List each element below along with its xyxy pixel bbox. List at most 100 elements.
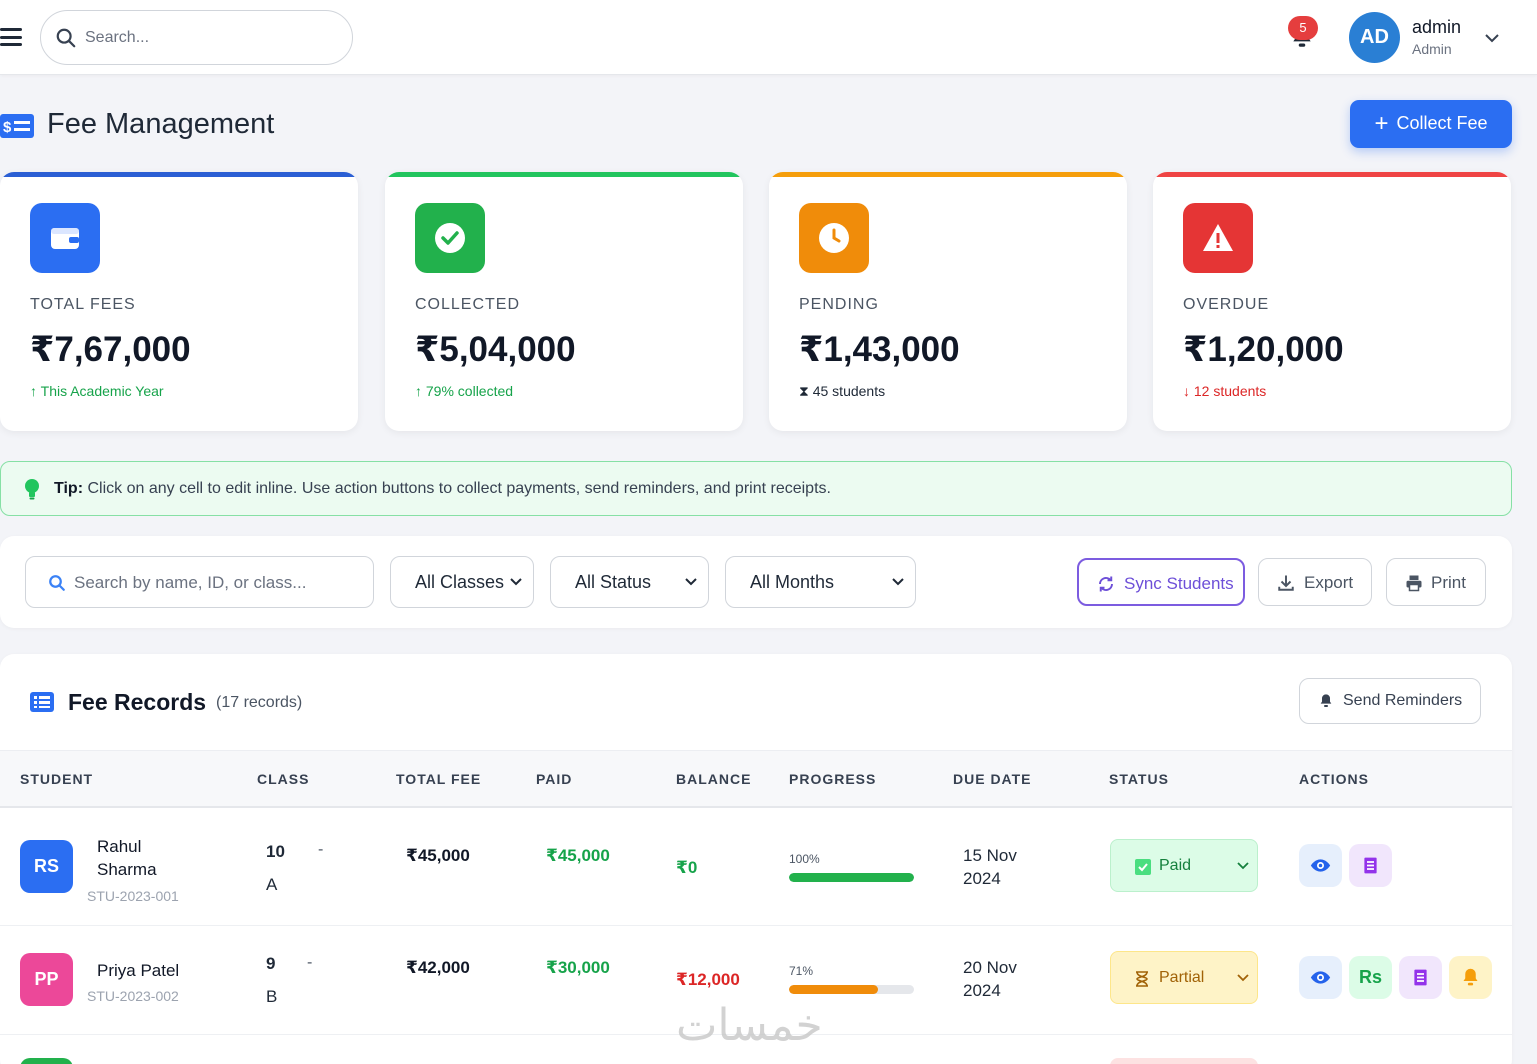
card-accent bbox=[1153, 172, 1511, 177]
download-icon bbox=[1278, 575, 1294, 591]
collect-payment-button[interactable]: Rs bbox=[1349, 956, 1392, 999]
total-fee[interactable]: ₹45,000 bbox=[406, 846, 470, 866]
rupee-icon: Rs bbox=[1358, 967, 1382, 987]
column-header[interactable]: PROGRESS bbox=[789, 771, 876, 787]
clock-icon bbox=[799, 203, 869, 273]
tip-text: Tip: Click on any cell to edit inline. U… bbox=[54, 480, 831, 497]
print-button[interactable]: Print bbox=[1386, 558, 1486, 606]
search-icon bbox=[49, 575, 65, 591]
arrow-down-icon: ↓ bbox=[1183, 383, 1194, 399]
column-header[interactable]: DUE DATE bbox=[953, 771, 1032, 787]
stat-label: TOTAL FEES bbox=[30, 296, 136, 313]
stat-note: ↑ 79% collected bbox=[415, 383, 514, 399]
table-header: STUDENT CLASS TOTAL FEE PAID BALANCE PRO… bbox=[0, 750, 1512, 808]
total-fee[interactable]: ₹42,000 bbox=[406, 958, 470, 978]
stat-value: ₹1,43,000 bbox=[799, 330, 960, 369]
class-select[interactable]: All Classes bbox=[390, 556, 534, 608]
notification-badge: 5 bbox=[1288, 16, 1318, 40]
status-select[interactable]: All Status bbox=[550, 556, 709, 608]
collect-fee-button[interactable]: + Collect Fee bbox=[1350, 100, 1512, 148]
global-search-input[interactable] bbox=[85, 25, 335, 51]
send-reminders-button[interactable]: Send Reminders bbox=[1299, 678, 1481, 724]
table-row[interactable]: RS Rahul Sharma STU-2023-001 10 A - ₹45,0… bbox=[0, 808, 1512, 925]
class-separator: - bbox=[307, 954, 313, 971]
due-date[interactable]: 20 Nov 2024 bbox=[963, 956, 1033, 1002]
column-header[interactable]: TOTAL FEE bbox=[396, 771, 481, 787]
bell-icon bbox=[1320, 694, 1332, 707]
stat-label: OVERDUE bbox=[1183, 296, 1270, 313]
stat-value: ₹7,67,000 bbox=[30, 330, 191, 369]
watermark: خمسات bbox=[676, 1000, 823, 1051]
records-title: Fee Records bbox=[68, 689, 207, 715]
hourglass-icon bbox=[1136, 971, 1148, 987]
user-role: Admin bbox=[1412, 41, 1452, 57]
records-search-input[interactable] bbox=[74, 571, 364, 595]
collect-fee-label: Collect Fee bbox=[1396, 113, 1488, 133]
month-select[interactable]: All Months bbox=[725, 556, 916, 608]
list-icon bbox=[30, 692, 54, 712]
eye-icon bbox=[1310, 859, 1331, 872]
card-accent bbox=[0, 172, 358, 177]
column-header[interactable]: STUDENT bbox=[20, 771, 93, 787]
student-name[interactable]: Priya Patel bbox=[97, 959, 179, 982]
receipt-icon bbox=[1364, 857, 1377, 874]
plus-icon: + bbox=[1374, 110, 1389, 137]
view-button[interactable] bbox=[1299, 956, 1342, 999]
student-class[interactable]: 9B bbox=[266, 947, 277, 1013]
money-icon: $ bbox=[0, 114, 34, 138]
student-class[interactable]: 10 A bbox=[266, 835, 285, 901]
records-count: (17 records) bbox=[216, 694, 303, 711]
user-name[interactable]: admin bbox=[1412, 17, 1461, 38]
stat-value: ₹5,04,000 bbox=[415, 330, 576, 369]
sync-students-button[interactable]: Sync Students bbox=[1077, 558, 1245, 606]
stat-value: ₹1,20,000 bbox=[1183, 330, 1344, 369]
receipt-button[interactable] bbox=[1349, 844, 1392, 887]
view-button[interactable] bbox=[1299, 844, 1342, 887]
chevron-down-icon bbox=[1237, 974, 1249, 982]
column-header[interactable]: BALANCE bbox=[676, 771, 751, 787]
column-header[interactable]: PAID bbox=[536, 771, 572, 787]
student-id: STU-2023-002 bbox=[87, 988, 179, 1004]
column-header[interactable]: STATUS bbox=[1109, 771, 1169, 787]
receipt-icon bbox=[1414, 969, 1427, 986]
stat-note: ⧗ 45 students bbox=[799, 383, 886, 399]
column-header[interactable]: CLASS bbox=[257, 771, 309, 787]
arrow-up-icon: ↑ bbox=[30, 383, 41, 399]
student-name[interactable]: Rahul Sharma bbox=[97, 835, 177, 881]
global-search[interactable] bbox=[40, 10, 353, 65]
stat-card-collected: COLLECTED ₹5,04,000 ↑ 79% collected bbox=[385, 172, 743, 431]
hourglass-icon: ⧗ bbox=[799, 383, 813, 399]
status-select[interactable]: Partial bbox=[1110, 951, 1258, 1004]
check-circle-icon bbox=[415, 203, 485, 273]
stat-note: ↓ 12 students bbox=[1183, 383, 1267, 399]
card-accent bbox=[385, 172, 743, 177]
chevron-down-icon bbox=[892, 578, 904, 586]
progress-label: 71% bbox=[789, 964, 814, 978]
balance-amount: ₹12,000 bbox=[676, 970, 740, 989]
filter-bar: All Classes All Status All Months Sync S… bbox=[0, 536, 1512, 628]
chevron-down-icon bbox=[1237, 862, 1249, 870]
paid-amount[interactable]: ₹30,000 bbox=[546, 958, 610, 978]
avatar: PP bbox=[20, 953, 73, 1006]
progress-fill bbox=[789, 873, 914, 882]
chevron-down-icon bbox=[685, 578, 697, 586]
reminder-button[interactable] bbox=[1449, 956, 1492, 999]
records-search[interactable] bbox=[25, 556, 374, 608]
check-square-icon bbox=[1135, 859, 1151, 875]
column-header: ACTIONS bbox=[1299, 771, 1369, 787]
progress-bar bbox=[789, 873, 914, 882]
menu-icon[interactable] bbox=[0, 28, 22, 46]
bell-icon bbox=[1463, 968, 1478, 986]
receipt-button[interactable] bbox=[1399, 956, 1442, 999]
class-separator: - bbox=[318, 841, 324, 858]
status-select[interactable]: Paid bbox=[1110, 839, 1258, 892]
export-button[interactable]: Export bbox=[1258, 558, 1372, 606]
due-date[interactable]: 15 Nov 2024 bbox=[963, 844, 1033, 890]
status-select[interactable] bbox=[1110, 1058, 1258, 1064]
page-title: Fee Management bbox=[47, 108, 275, 140]
warning-icon bbox=[1183, 203, 1253, 273]
avatar: RS bbox=[20, 840, 73, 893]
user-avatar[interactable]: AD bbox=[1349, 12, 1400, 63]
paid-amount[interactable]: ₹45,000 bbox=[546, 846, 610, 866]
chevron-down-icon[interactable] bbox=[1484, 32, 1500, 44]
